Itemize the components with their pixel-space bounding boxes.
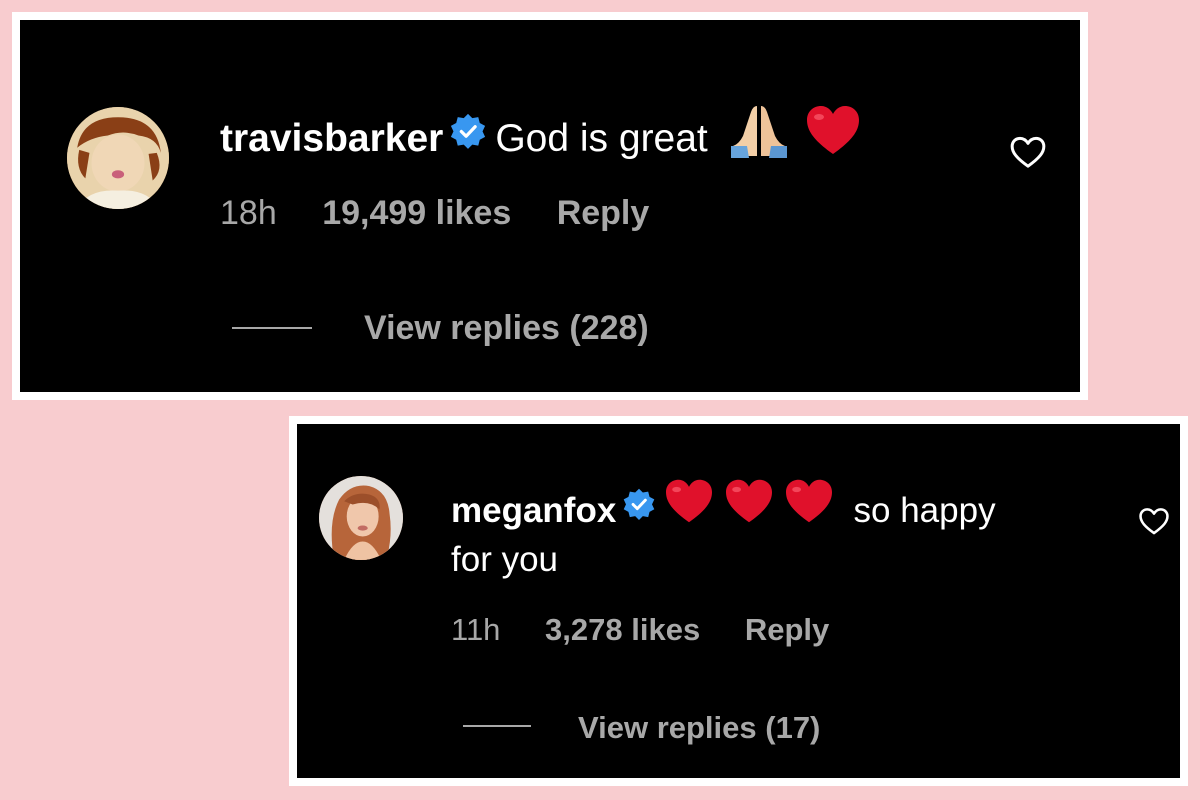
red-heart-emoji [784,478,834,539]
likes-count[interactable]: 3,278 likes [545,612,700,647]
avatar[interactable] [319,476,403,560]
reply-button[interactable]: Reply [745,612,829,647]
comment-text: God is great [495,116,708,160]
replies-divider [232,327,312,329]
avatar[interactable] [67,107,169,209]
comment-card-travisbarker: travisbarker God is great 18h 19,499 lik… [12,12,1088,400]
comment-meta: 11h 3,278 likes Reply [451,610,865,650]
comment-time: 18h [220,194,277,232]
avatar-photo [67,107,169,209]
username[interactable]: travisbarker [220,117,443,160]
likes-count[interactable]: 19,499 likes [322,194,511,232]
comment-text-line: travisbarker God is great [220,106,861,175]
comment-time: 11h [451,612,501,647]
comment-text: so happy [853,490,996,530]
comment-meta: 18h 19,499 likes Reply [220,193,685,233]
verified-badge-icon [449,112,487,163]
username[interactable]: meganfox [451,491,616,530]
comment-card-meganfox: meganfox so happy for you 11h 3,278 like… [289,416,1188,786]
view-replies-button[interactable]: View replies (17) [578,708,820,748]
replies-divider [463,725,531,727]
folded-hands-emoji [729,102,789,171]
comment-text-line-2: for you [451,540,558,579]
red-heart-emoji [805,104,861,169]
reply-button[interactable]: Reply [557,194,650,232]
verified-badge-icon [622,484,656,536]
heart-outline-icon[interactable] [1008,132,1048,172]
heart-outline-icon[interactable] [1137,504,1171,538]
red-heart-emoji [724,478,774,539]
screenshot-collage: travisbarker God is great 18h 19,499 lik… [0,0,1200,800]
avatar-photo [319,476,403,560]
red-heart-emoji [664,478,714,539]
view-replies-button[interactable]: View replies (228) [364,308,649,348]
